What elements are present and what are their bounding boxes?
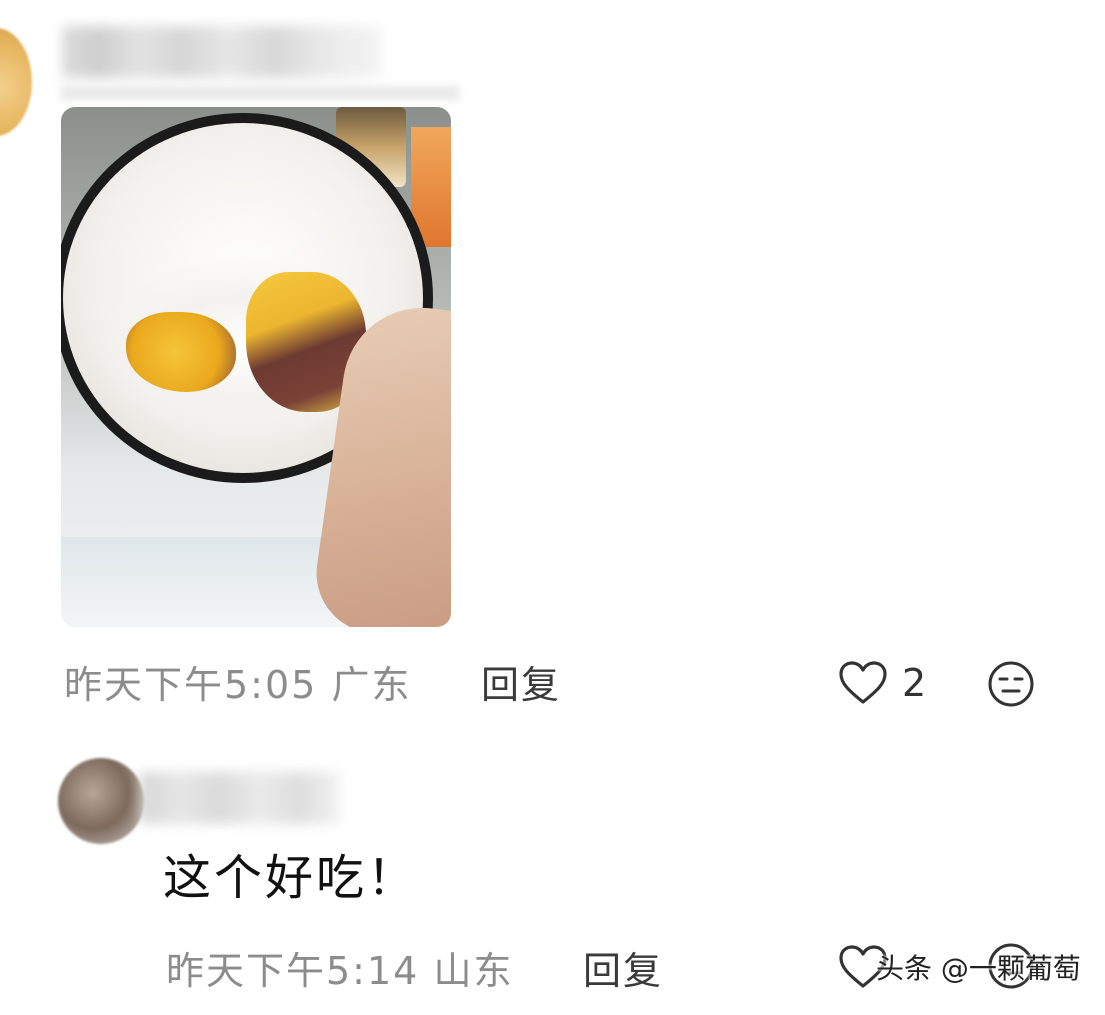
comment-meta: 昨天下午5:14 山东 <box>166 952 513 990</box>
comment-time: 昨天下午5:14 <box>166 949 420 993</box>
avatar[interactable] <box>0 28 32 136</box>
blurred-username <box>140 772 340 824</box>
reply-button[interactable]: 回复 <box>481 666 561 704</box>
watermark: 头条 @一颗葡萄 <box>876 952 1081 985</box>
reply-button[interactable]: 回复 <box>583 952 663 990</box>
avatar[interactable] <box>58 758 144 844</box>
blurred-username-shadow <box>60 86 460 100</box>
like-count: 2 <box>902 661 927 705</box>
comment-photo[interactable] <box>61 107 451 627</box>
neutral-face-icon[interactable] <box>987 660 1035 708</box>
comment-time: 昨天下午5:05 <box>64 663 318 707</box>
comment-location: 广东 <box>331 663 412 707</box>
blurred-username <box>62 26 382 78</box>
comment-text: 这个好吃！ <box>163 850 419 906</box>
comment-meta: 昨天下午5:05 广东 <box>64 666 411 704</box>
comment-location: 山东 <box>433 949 514 993</box>
heart-outline-icon[interactable] <box>838 660 888 706</box>
